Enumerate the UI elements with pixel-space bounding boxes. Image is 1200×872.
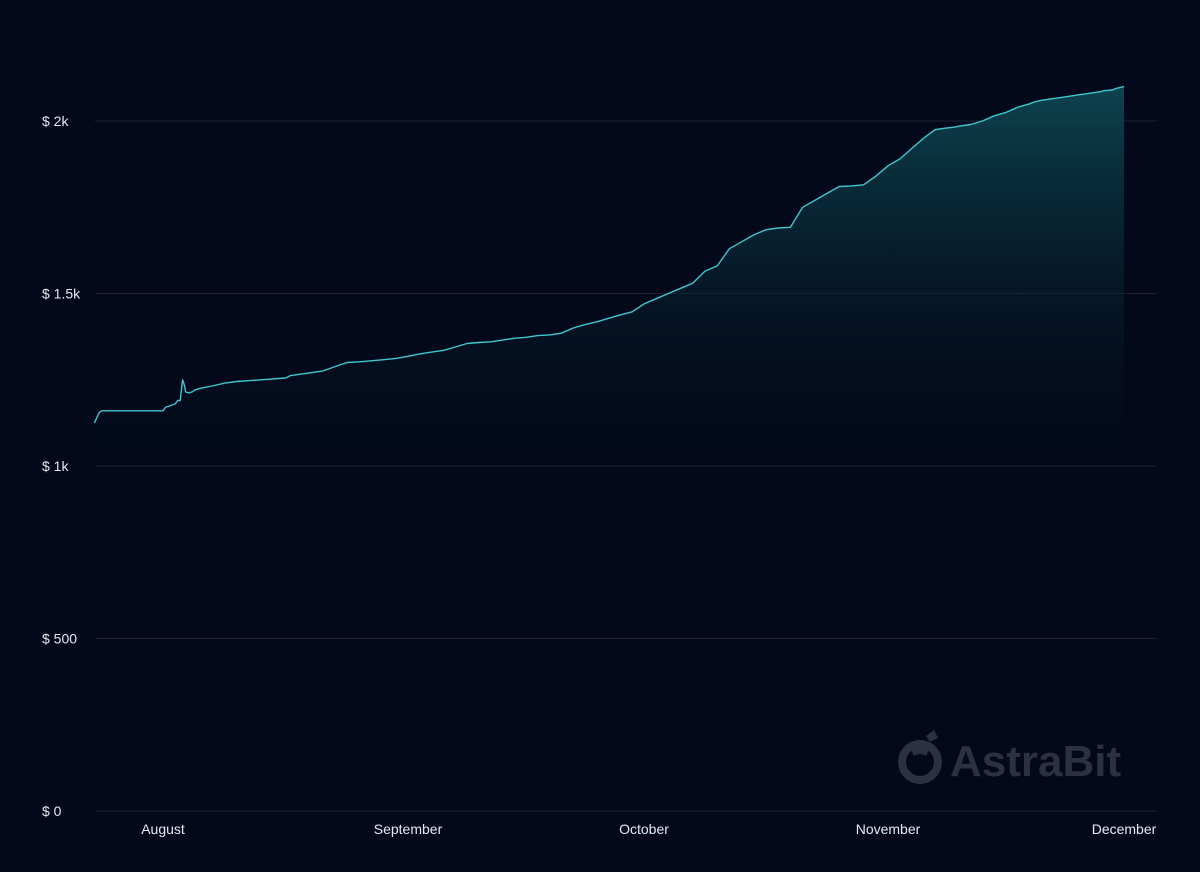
series <box>93 85 1125 466</box>
y-tick-label: $ 2k <box>42 113 69 129</box>
astronaut-helmet-icon <box>898 730 942 784</box>
x-axis: August September October November December <box>141 821 1156 837</box>
y-tick-label: $ 1k <box>42 458 69 474</box>
x-tick-label: October <box>619 821 669 837</box>
y-tick-label: $ 0 <box>42 803 62 819</box>
y-axis: $ 0 $ 500 $ 1k $ 1.5k $ 2k <box>42 113 81 819</box>
x-tick-label: December <box>1092 821 1157 837</box>
y-tick-label: $ 500 <box>42 631 77 647</box>
x-tick-label: August <box>141 821 185 837</box>
x-tick-label: September <box>374 821 443 837</box>
y-tick-label: $ 1.5k <box>42 286 81 302</box>
watermark: AstraBit <box>898 730 1121 786</box>
watermark-text: AstraBit <box>950 737 1121 786</box>
series-area <box>94 86 1124 466</box>
x-tick-label: November <box>856 821 921 837</box>
portfolio-chart: $ 0 $ 500 $ 1k $ 1.5k $ 2k August September Oc… <box>0 0 1200 872</box>
chart-svg: $ 0 $ 500 $ 1k $ 1.5k $ 2k August September Oc… <box>42 85 1157 837</box>
